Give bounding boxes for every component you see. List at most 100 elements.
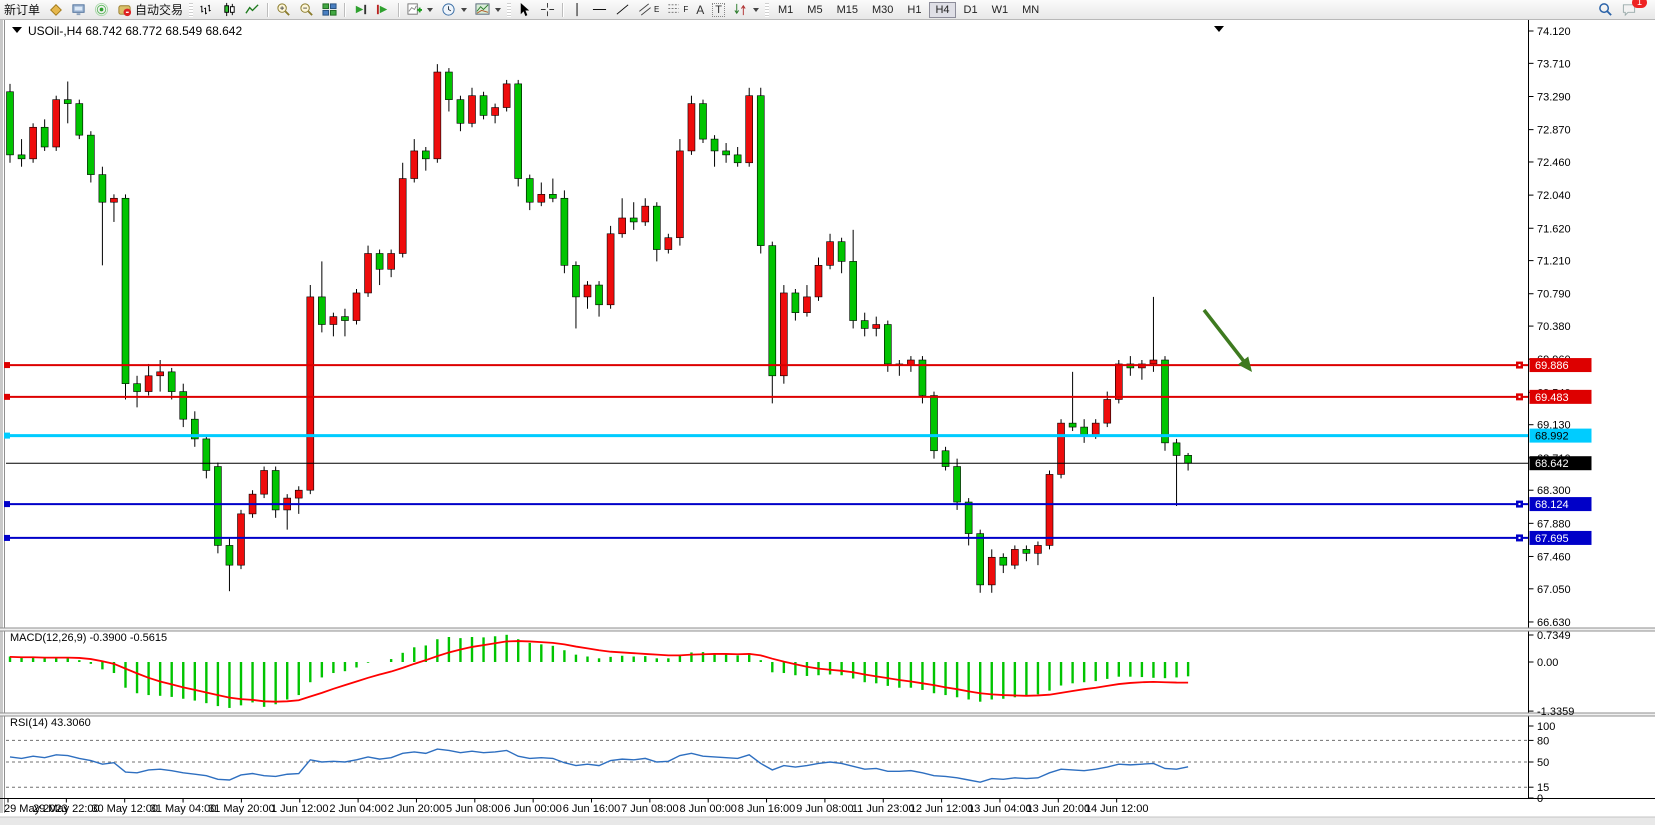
time-tick-label: 30 May 12:00 bbox=[91, 803, 158, 815]
line-handle-center bbox=[1519, 364, 1521, 366]
line-chart-button[interactable] bbox=[241, 1, 264, 18]
candle-bearish bbox=[457, 100, 464, 124]
candle-bearish bbox=[445, 72, 452, 100]
line-handle[interactable] bbox=[4, 535, 10, 541]
line-handle[interactable] bbox=[4, 362, 10, 368]
candle-bearish bbox=[318, 297, 325, 325]
candle-bearish bbox=[723, 151, 730, 155]
candle-bearish bbox=[1000, 557, 1007, 565]
timeframe-h1[interactable]: H1 bbox=[901, 2, 927, 18]
zoom-in-icon bbox=[276, 2, 291, 17]
gold-diamond-icon bbox=[48, 2, 63, 17]
pane-separator[interactable] bbox=[0, 713, 1655, 716]
fibonacci-button[interactable]: F bbox=[663, 1, 692, 18]
main-toolbar: 新订单 自动交易 bbox=[0, 0, 1655, 20]
line-handle[interactable] bbox=[4, 501, 10, 507]
fibonacci-icon bbox=[667, 2, 680, 17]
template-icon bbox=[475, 2, 490, 17]
signals-icon[interactable] bbox=[90, 1, 113, 18]
timeframe-h4[interactable]: H4 bbox=[929, 2, 955, 18]
market-watch-icon[interactable] bbox=[67, 1, 90, 18]
text-button[interactable]: A bbox=[692, 1, 708, 18]
candle-bearish bbox=[792, 293, 799, 313]
toolbar-grip bbox=[765, 3, 769, 17]
search-button[interactable] bbox=[1594, 1, 1617, 18]
timeframe-mn[interactable]: MN bbox=[1016, 2, 1045, 18]
horizontal-line-button[interactable] bbox=[588, 1, 611, 18]
time-tick-label: 31 May 04:00 bbox=[150, 803, 217, 815]
price-line-label: 69.483 bbox=[1535, 392, 1569, 404]
candle-bearish bbox=[41, 127, 48, 147]
window-bottom-strip bbox=[0, 817, 1655, 825]
trendline-button[interactable] bbox=[611, 1, 634, 18]
timeframe-m1[interactable]: M1 bbox=[772, 2, 799, 18]
signal-icon bbox=[94, 2, 109, 17]
zoom-in-button[interactable] bbox=[272, 1, 295, 18]
notifications-button[interactable]: 1 bbox=[1617, 1, 1641, 18]
trendline-icon bbox=[615, 2, 630, 17]
candle-bullish bbox=[538, 194, 545, 202]
vertical-line-button[interactable] bbox=[567, 1, 588, 18]
bar-chart-button[interactable] bbox=[195, 1, 218, 18]
candle-bearish bbox=[1023, 549, 1030, 553]
time-tick-label: 12 Jun 12:00 bbox=[910, 803, 974, 815]
price-line-label: 67.695 bbox=[1535, 533, 1569, 545]
candle-bearish bbox=[226, 545, 233, 565]
trading-chart[interactable]: USOil-,H4 68.742 68.772 68.549 68.64274.… bbox=[0, 0, 1655, 825]
templates-button[interactable] bbox=[471, 1, 505, 18]
price-tick-label: 72.460 bbox=[1537, 157, 1571, 169]
cursor-button[interactable] bbox=[513, 1, 536, 18]
new-order-button[interactable]: 新订单 bbox=[0, 1, 44, 18]
periods-button[interactable] bbox=[437, 1, 471, 18]
timeframe-m5[interactable]: M5 bbox=[801, 2, 828, 18]
candlestick-chart-button[interactable] bbox=[218, 1, 241, 18]
indicators-button[interactable] bbox=[403, 1, 437, 18]
price-tick-label: 71.620 bbox=[1537, 223, 1571, 235]
auto-scroll-button[interactable] bbox=[349, 1, 372, 18]
crosshair-button[interactable] bbox=[536, 1, 559, 18]
timeframe-m15[interactable]: M15 bbox=[831, 2, 864, 18]
candle-bullish bbox=[295, 490, 302, 498]
charts-icon[interactable] bbox=[44, 1, 67, 18]
dropdown-arrow-icon bbox=[753, 8, 759, 12]
price-tick-label: 72.040 bbox=[1537, 190, 1571, 202]
candle-bullish bbox=[584, 285, 591, 297]
candle-bullish bbox=[503, 84, 510, 108]
candle-bearish bbox=[341, 317, 348, 321]
pane-separator[interactable] bbox=[0, 628, 1655, 631]
notification-badge: 1 bbox=[1632, 0, 1647, 8]
crosshair-icon bbox=[540, 2, 555, 17]
timeframe-d1[interactable]: D1 bbox=[958, 2, 984, 18]
candle-bullish bbox=[399, 179, 406, 254]
zoom-out-button[interactable] bbox=[295, 1, 318, 18]
chart-shift-button[interactable] bbox=[372, 1, 395, 18]
candle-bullish bbox=[145, 376, 152, 392]
candle-bearish bbox=[942, 451, 949, 467]
auto-scroll-icon bbox=[353, 2, 368, 17]
candle-bullish bbox=[688, 104, 695, 151]
arrows-button[interactable] bbox=[729, 1, 763, 18]
candle-bullish bbox=[1034, 545, 1041, 553]
timeframe-w1[interactable]: W1 bbox=[986, 2, 1015, 18]
candle-bullish bbox=[988, 557, 995, 585]
channel-icon bbox=[638, 2, 651, 17]
timeframe-m30[interactable]: M30 bbox=[866, 2, 899, 18]
macd-tick-label: -1.3359 bbox=[1537, 706, 1574, 718]
candle-bearish bbox=[838, 242, 845, 262]
separator-fill bbox=[0, 629, 1655, 631]
line-handle[interactable] bbox=[4, 433, 10, 439]
equidistant-channel-button[interactable]: E bbox=[634, 1, 663, 18]
candle-bullish bbox=[365, 253, 372, 292]
auto-trading-button[interactable]: 自动交易 bbox=[113, 1, 187, 18]
channel-letter: E bbox=[654, 5, 659, 14]
label-button[interactable]: T bbox=[708, 1, 729, 18]
price-tick-label: 67.460 bbox=[1537, 551, 1571, 563]
candle-bearish bbox=[76, 104, 83, 136]
candle-bearish bbox=[653, 206, 660, 249]
price-tick-label: 70.380 bbox=[1537, 321, 1571, 333]
candle-bearish bbox=[1081, 427, 1088, 435]
macd-tick-label: 0.7349 bbox=[1537, 630, 1571, 642]
candle-bullish bbox=[492, 108, 499, 116]
line-handle[interactable] bbox=[4, 394, 10, 400]
tile-windows-button[interactable] bbox=[318, 1, 341, 18]
